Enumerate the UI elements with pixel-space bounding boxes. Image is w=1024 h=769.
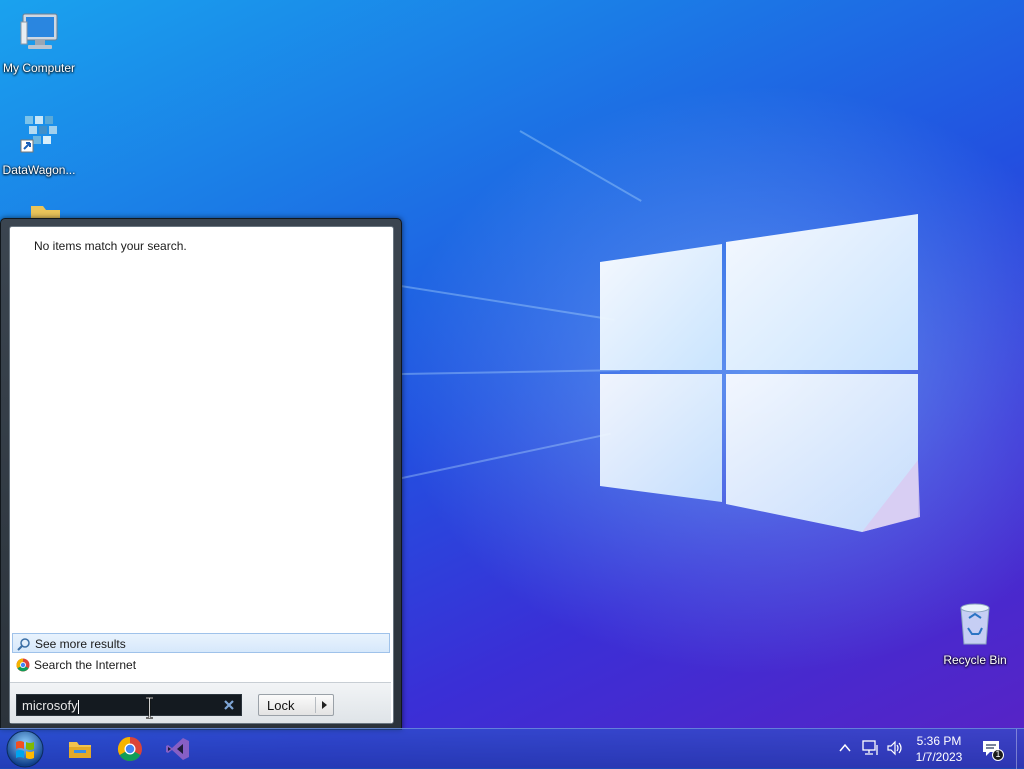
visual-studio-icon[interactable] <box>164 735 192 763</box>
computer-icon <box>20 13 58 49</box>
search-query-text: microsofy <box>22 698 78 713</box>
windows-logo <box>600 214 920 532</box>
desktop-icon-my-computer[interactable]: My Computer <box>0 8 78 75</box>
taskbar-clock[interactable]: 5:36 PM 1/7/2023 <box>908 733 970 765</box>
taskbar: 5:36 PM 1/7/2023 1 <box>0 728 1024 769</box>
search-internet-label: Search the Internet <box>34 658 137 672</box>
chrome-icon <box>16 658 30 672</box>
notification-count-badge: 1 <box>995 749 1001 759</box>
lock-button[interactable]: Lock <box>258 694 334 716</box>
desktop-icon-recycle-bin[interactable]: Recycle Bin <box>936 600 1014 667</box>
text-caret <box>77 699 79 714</box>
clock-time: 5:36 PM <box>916 734 962 748</box>
start-search-input[interactable]: microsofy <box>16 694 242 716</box>
chrome-icon[interactable] <box>116 735 144 763</box>
see-more-results-label: See more results <box>35 637 126 651</box>
search-icon <box>17 638 30 651</box>
power-options-arrow-icon[interactable] <box>322 701 327 709</box>
start-menu: No items match your search. See more res… <box>0 218 402 730</box>
file-explorer-icon[interactable] <box>66 735 94 763</box>
desktop-icon-label: DataWagon... <box>2 163 76 177</box>
desktop-icon-label: Recycle Bin <box>943 653 1007 667</box>
desktop-icon-datawagon[interactable]: DataWagon... <box>0 110 78 177</box>
start-menu-results-panel: No items match your search. See more res… <box>9 226 394 724</box>
show-desktop-button[interactable] <box>1016 729 1017 769</box>
search-internet-link[interactable]: Search the Internet <box>12 655 390 675</box>
no-results-message: No items match your search. <box>34 239 187 253</box>
chevron-up-icon[interactable] <box>838 741 852 755</box>
recycle-bin-icon <box>960 603 990 645</box>
action-center-button[interactable]: 1 <box>980 737 1004 761</box>
datawagon-shortcut-icon <box>20 116 57 153</box>
text-cursor-icon <box>146 697 153 719</box>
desktop-icon-label: My Computer <box>2 61 76 75</box>
split-divider <box>315 697 316 713</box>
lock-button-label: Lock <box>267 698 295 713</box>
clock-date: 1/7/2023 <box>915 750 963 764</box>
light-beam <box>519 130 642 202</box>
see-more-results-link[interactable]: See more results <box>12 633 390 653</box>
network-icon[interactable] <box>862 740 880 756</box>
start-button[interactable] <box>5 729 45 769</box>
volume-icon[interactable] <box>886 740 904 756</box>
clear-search-icon[interactable] <box>223 699 235 711</box>
start-menu-bottom-bar: microsofy Lock <box>10 682 391 723</box>
